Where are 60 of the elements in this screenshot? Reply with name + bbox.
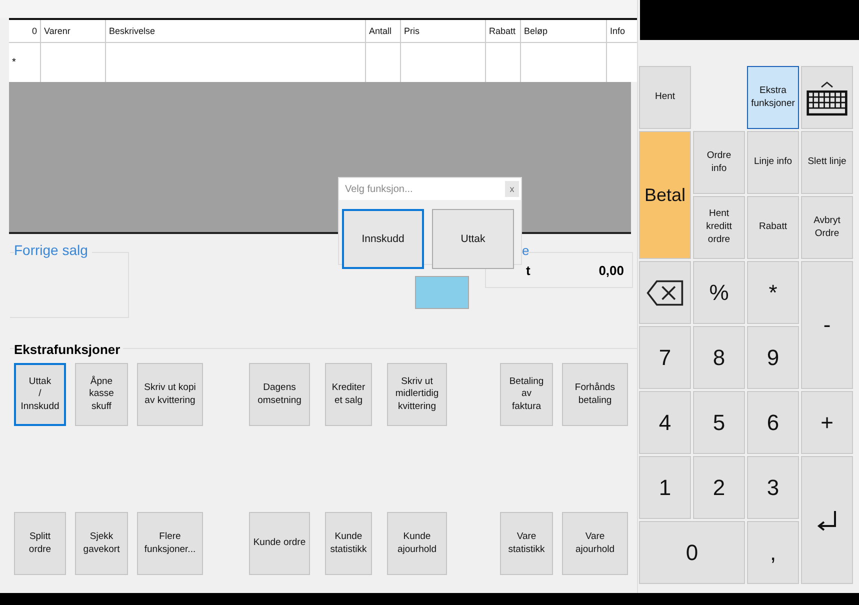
- dialog-title: Velg funksjon...: [345, 184, 413, 194]
- function-button[interactable]: Betaling av faktura: [500, 363, 553, 426]
- group-title: Forrige salg: [14, 242, 92, 258]
- function-button[interactable]: Uttak / Innskudd: [14, 363, 66, 426]
- function-button[interactable]: Kunde ajourhold: [387, 512, 447, 575]
- function-button[interactable]: Skriv ut midlertidig kvittering: [387, 363, 447, 426]
- column-header: Beløp: [520, 19, 606, 42]
- column-header: Rabatt: [486, 19, 520, 42]
- function-button[interactable]: Skriv ut kopi av kvittering: [137, 363, 203, 426]
- section-title: Ekstrafunksjoner: [14, 342, 124, 357]
- keypad-button[interactable]: ,: [747, 521, 799, 584]
- function-button[interactable]: Åpne kasse skuff: [75, 363, 128, 426]
- keypad-button[interactable]: -: [801, 261, 853, 389]
- keypad-button[interactable]: 1: [639, 456, 691, 519]
- function-button[interactable]: Kunde statistikk: [325, 512, 372, 575]
- keypad-button[interactable]: 8: [693, 326, 745, 389]
- total-amount: 0,00: [598, 262, 624, 278]
- keypad-button[interactable]: *: [747, 261, 799, 324]
- keypad-button[interactable]: Rabatt: [747, 196, 799, 259]
- column-header: 0: [9, 19, 40, 42]
- function-button[interactable]: Sjekk gavekort: [75, 512, 128, 575]
- keypad-button[interactable]: Ekstra funksjoner: [747, 66, 799, 129]
- function-button[interactable]: Dagens omsetning: [249, 363, 310, 426]
- keypad-button[interactable]: 5: [693, 391, 745, 454]
- keypad-button[interactable]: %: [693, 261, 745, 324]
- column-header: Beskrivelse: [106, 19, 366, 42]
- keypad-button[interactable]: 6: [747, 391, 799, 454]
- keypad-button[interactable]: 3: [747, 456, 799, 519]
- keypad-button[interactable]: Linje info: [747, 131, 799, 194]
- pay-button[interactable]: Betal: [639, 131, 691, 259]
- dialog-option-button[interactable]: Uttak: [432, 209, 514, 269]
- column-header: Antall: [366, 19, 400, 42]
- total-label: t: [526, 262, 530, 278]
- function-button[interactable]: Vare statistikk: [500, 512, 553, 575]
- keypad-button[interactable]: 4: [639, 391, 691, 454]
- column-header: Pris: [400, 19, 486, 42]
- keypad-button[interactable]: Hent: [639, 66, 691, 129]
- function-button[interactable]: Forhånds betaling: [562, 363, 628, 426]
- keypad-button[interactable]: 7: [639, 326, 691, 389]
- keypad-button[interactable]: 9: [747, 326, 799, 389]
- keyboard-button[interactable]: [801, 66, 853, 129]
- keypad-button[interactable]: Slett linje: [801, 131, 853, 194]
- backspace-button[interactable]: [639, 261, 691, 324]
- function-button[interactable]: Krediter et salg: [325, 363, 372, 426]
- keypad-button[interactable]: Hent kreditt ordre: [693, 196, 745, 259]
- function-button[interactable]: Splitt ordre: [14, 512, 66, 575]
- backspace-icon: [646, 278, 684, 306]
- close-button[interactable]: x: [505, 181, 519, 197]
- function-button[interactable]: Kunde ordre: [249, 512, 310, 575]
- group-title: e: [522, 243, 530, 258]
- keypad-button[interactable]: 2: [693, 456, 745, 519]
- dialog-option-button[interactable]: Innskudd: [342, 209, 424, 269]
- keypad-button[interactable]: Ordre info: [693, 131, 745, 194]
- keypad-button[interactable]: 0: [639, 521, 745, 584]
- function-button[interactable]: Vare ajourhold: [562, 512, 628, 575]
- keypad-button[interactable]: +: [801, 391, 853, 454]
- function-button[interactable]: Flere funksjoner...: [137, 512, 203, 575]
- enter-icon: [816, 509, 838, 531]
- keypad-button[interactable]: Avbryt Ordre: [801, 196, 853, 259]
- column-header: Varenr: [40, 19, 106, 42]
